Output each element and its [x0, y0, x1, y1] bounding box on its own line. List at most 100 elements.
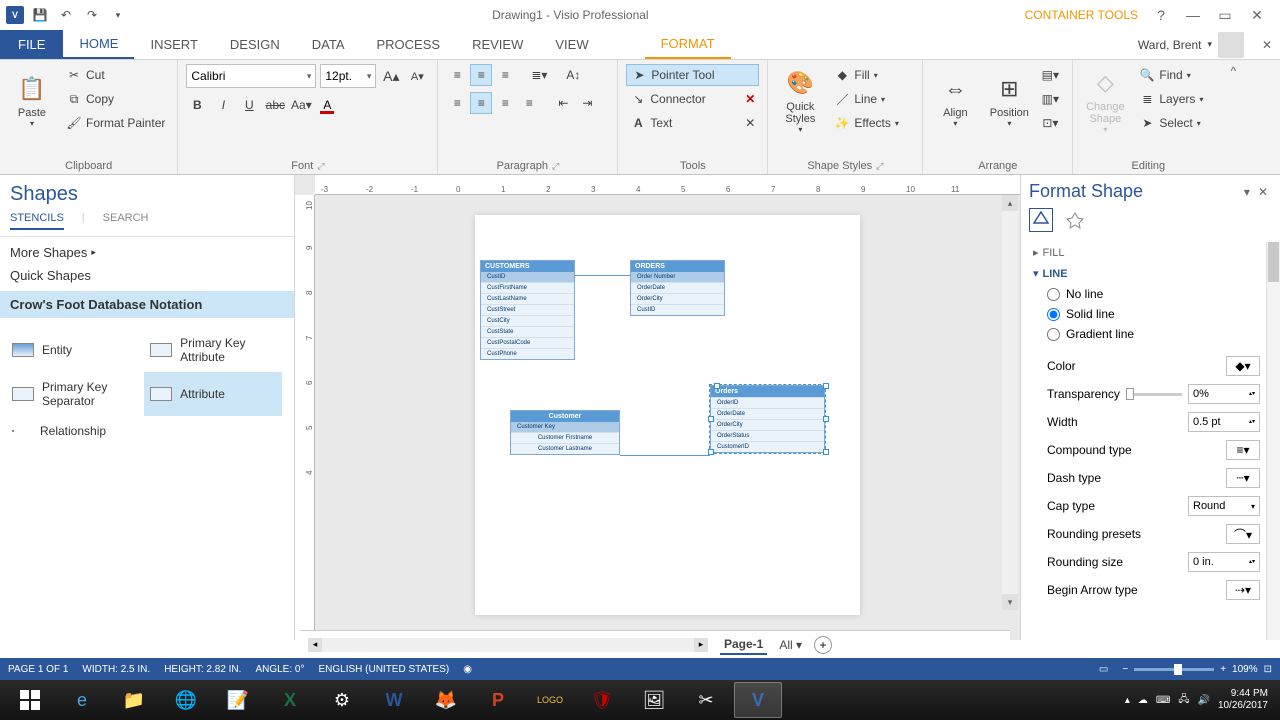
dash-type-picker[interactable]: ┄▾ — [1226, 468, 1260, 488]
format-pane-scrollbar[interactable] — [1266, 242, 1280, 640]
drawing-page[interactable]: CUSTOMERSCustIDCustFirstNameCustLastName… — [475, 215, 860, 615]
clock[interactable]: 9:44 PM 10/26/2017 — [1218, 688, 1268, 712]
text-tool-button[interactable]: AText✕ — [626, 112, 759, 134]
align-justify-icon[interactable]: ≡ — [518, 92, 540, 114]
scroll-left-icon[interactable]: ◂ — [308, 638, 322, 652]
layers-button[interactable]: ≣Layers▾ — [1135, 88, 1207, 110]
pane-options-icon[interactable]: ▾ — [1240, 185, 1254, 199]
powerpoint-icon[interactable]: P — [474, 682, 522, 718]
scroll-up-icon[interactable]: ▴ — [1002, 195, 1018, 211]
master-relationship[interactable]: Relationship — [6, 416, 144, 446]
user-account[interactable]: Ward, Brent ▾ — [1128, 30, 1254, 59]
italic-icon[interactable]: I — [212, 94, 234, 116]
no-line-radio[interactable] — [1047, 288, 1060, 301]
zoom-level[interactable]: 109% — [1232, 664, 1258, 675]
tab-insert[interactable]: INSERT — [134, 30, 213, 59]
decrease-indent-icon[interactable]: ⇤ — [552, 92, 574, 114]
ie-icon[interactable]: e — [58, 682, 106, 718]
shrink-font-icon[interactable]: A▾ — [406, 65, 428, 87]
tab-view[interactable]: VIEW — [539, 30, 604, 59]
more-shapes-link[interactable]: More Shapes ▸ — [10, 243, 284, 262]
fill-button[interactable]: ◆Fill▾ — [830, 64, 902, 86]
page-tab-1[interactable]: Page-1 — [720, 635, 767, 655]
master-attribute[interactable]: Attribute — [144, 372, 282, 416]
align-button[interactable]: ⇔Align▾ — [931, 64, 979, 136]
selection-handle[interactable] — [823, 416, 829, 422]
underline-icon[interactable]: U — [238, 94, 260, 116]
start-button[interactable] — [6, 682, 54, 718]
scroll-right-icon[interactable]: ▸ — [694, 638, 708, 652]
grow-font-icon[interactable]: A▴ — [380, 65, 402, 87]
find-button[interactable]: 🔍Find▾ — [1135, 64, 1207, 86]
zoom-in-icon[interactable]: + — [1220, 664, 1226, 675]
save-icon[interactable]: 💾 — [30, 5, 50, 25]
fill-line-tab-icon[interactable] — [1029, 208, 1053, 232]
compound-type-picker[interactable]: ≡▾ — [1226, 440, 1260, 460]
firefox-icon[interactable]: 🦊 — [422, 682, 470, 718]
para-launcher-icon[interactable]: ⤢ — [552, 161, 559, 172]
position-button[interactable]: ⊞Position▾ — [985, 64, 1033, 136]
send-back-icon[interactable]: ▥▾ — [1039, 88, 1061, 110]
line-width-input[interactable]: 0.5 pt▴▾ — [1188, 412, 1260, 432]
close-tool-icon[interactable]: ✕ — [745, 92, 755, 106]
connection-point-icon[interactable]: ✕ — [745, 116, 755, 130]
entity-orders[interactable]: ORDERSOrder NumberOrderDateOrderCityCust… — [630, 260, 725, 316]
horizontal-scrollbar[interactable]: ◂ ▸ — [308, 638, 708, 652]
app1-icon[interactable]: 🖼 — [630, 682, 678, 718]
qat-more-icon[interactable]: ▾ — [108, 5, 128, 25]
connector-line[interactable] — [620, 455, 710, 456]
transparency-input[interactable]: 0%▴▾ — [1188, 384, 1260, 404]
cap-type-picker[interactable]: Round▾ — [1188, 496, 1260, 516]
selection-handle[interactable] — [714, 383, 720, 389]
quick-shapes-link[interactable]: Quick Shapes — [10, 266, 284, 285]
select-button[interactable]: ➤Select▾ — [1135, 112, 1207, 134]
begin-arrow-picker[interactable]: ⇢▾ — [1226, 580, 1260, 600]
word-icon[interactable]: W — [370, 682, 418, 718]
line-button[interactable]: ／Line▾ — [830, 88, 902, 110]
all-pages[interactable]: All ▾ — [779, 638, 802, 652]
master-entity[interactable]: Entity — [6, 328, 144, 372]
tab-format[interactable]: FORMAT — [645, 30, 731, 59]
visio-taskbar-icon[interactable]: V — [734, 682, 782, 718]
quick-styles-button[interactable]: 🎨 Quick Styles▾ — [776, 64, 824, 136]
add-page-button[interactable]: + — [814, 636, 832, 654]
font-name-combo[interactable]: Calibri▾ — [186, 64, 316, 88]
scroll-down-icon[interactable]: ▾ — [1002, 594, 1018, 610]
tab-home[interactable]: HOME — [63, 30, 134, 59]
minimize-icon[interactable]: — — [1182, 4, 1204, 26]
align-center-icon[interactable]: ≡ — [470, 92, 492, 114]
stencil-header[interactable]: Crow's Foot Database Notation — [0, 291, 294, 318]
fit-page-icon[interactable]: ⊡ — [1264, 664, 1272, 675]
case-icon[interactable]: Aa▾ — [290, 94, 312, 116]
effects-button[interactable]: ✨Effects▾ — [830, 112, 902, 134]
font-color-icon[interactable]: A — [316, 94, 338, 116]
entity-customers[interactable]: CUSTOMERSCustIDCustFirstNameCustLastName… — [480, 260, 575, 360]
tab-review[interactable]: REVIEW — [456, 30, 539, 59]
chrome-icon[interactable]: 🌐 — [162, 682, 210, 718]
connector-tool-button[interactable]: ↘Connector✕ — [626, 88, 759, 110]
tab-process[interactable]: PROCESS — [361, 30, 457, 59]
entity-orders2[interactable]: OrdersOrderIDOrderDateOrderCityOrderStat… — [710, 385, 825, 453]
effects-tab-icon[interactable] — [1063, 208, 1087, 232]
drawing-canvas[interactable]: CUSTOMERSCustIDCustFirstNameCustLastName… — [315, 195, 1000, 620]
close-icon[interactable]: ✕ — [1246, 4, 1268, 26]
macro-record-icon[interactable]: ◉ — [463, 664, 472, 675]
zoom-out-icon[interactable]: − — [1122, 664, 1128, 675]
tray-more-icon[interactable]: ▴ — [1125, 695, 1130, 706]
notepad-icon[interactable]: 📝 — [214, 682, 262, 718]
volume-icon[interactable]: 🔊 — [1197, 695, 1209, 706]
onedrive-icon[interactable]: ☁ — [1138, 695, 1148, 706]
increase-indent-icon[interactable]: ⇥ — [576, 92, 598, 114]
entity-customer2[interactable]: CustomerCustomer KeyCustomer FirstnameCu… — [510, 410, 620, 455]
master-primary-key-attribute[interactable]: Primary Key Attribute — [144, 328, 282, 372]
pointer-tool-button[interactable]: ➤Pointer Tool — [626, 64, 759, 86]
settings-icon[interactable]: ⚙ — [318, 682, 366, 718]
bring-front-icon[interactable]: ▤▾ — [1039, 64, 1061, 86]
strike-icon[interactable]: abc — [264, 94, 286, 116]
close-document-icon[interactable]: ✕ — [1254, 30, 1280, 59]
mcafee-icon[interactable]: 🛡 — [578, 682, 626, 718]
logo-icon[interactable]: LOGO — [526, 682, 574, 718]
keyboard-icon[interactable]: ⌨ — [1156, 695, 1170, 706]
network-icon[interactable]: 🖧 — [1178, 692, 1189, 709]
zoom-slider[interactable] — [1134, 668, 1214, 671]
